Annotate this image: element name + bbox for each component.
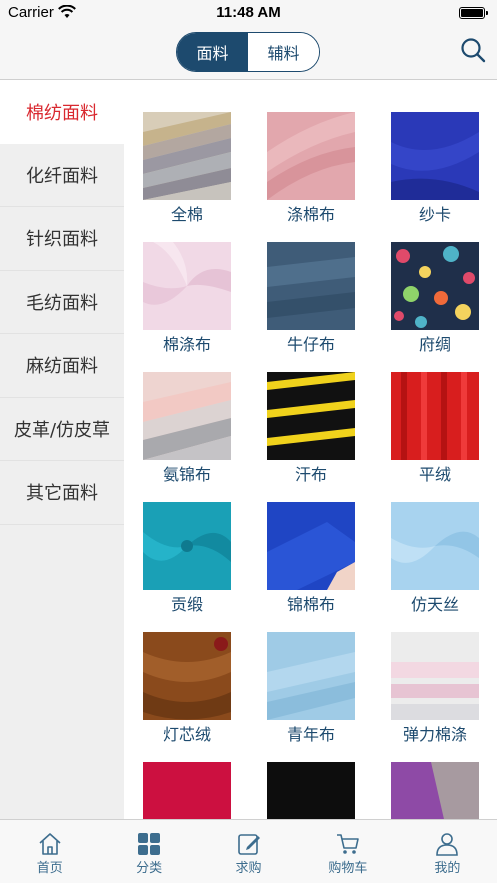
fabric-item-4[interactable]: 牛仔布 [256,242,366,372]
status-bar: Carrier 11:48 AM [0,0,497,26]
segment-accessories-button[interactable]: 辅料 [248,33,319,71]
fabric-thumbnail [391,502,479,590]
fabric-thumbnail [143,242,231,330]
tab-me[interactable]: 我的 [398,820,497,883]
fabric-thumbnail [267,632,355,720]
tab-category[interactable]: 分类 [99,820,198,883]
fabric-item-16[interactable] [256,762,366,819]
fabric-item-14[interactable]: 弹力棉涤 [380,632,490,762]
fabric-thumbnail [267,112,355,200]
fabric-thumbnail [267,762,355,819]
fabric-item-6[interactable]: 氨锦布 [132,372,242,502]
fabric-item-3[interactable]: 棉涤布 [132,242,242,372]
battery-icon [459,7,488,19]
fabric-label: 锦棉布 [286,595,335,614]
navigation-bar: 面料 辅料 [0,26,497,80]
fabric-label: 牛仔布 [286,335,335,354]
fabric-item-17[interactable] [380,762,490,819]
tab-home[interactable]: 首页 [0,820,99,883]
home-icon [39,833,61,855]
fabric-item-12[interactable]: 灯芯绒 [132,632,242,762]
fabric-label: 氨锦布 [162,465,211,484]
fabric-label: 棉涤布 [162,335,211,354]
category-grid-icon [138,833,161,855]
fabric-label: 纱卡 [418,205,451,224]
fabric-item-15[interactable] [132,762,242,819]
fabric-thumbnail [267,242,355,330]
search-icon[interactable] [459,36,487,64]
category-sidebar: 棉纺面料 化纤面料 针织面料 毛纺面料 麻纺面料 皮革/仿皮草 其它面料 [0,80,124,819]
tab-label: 我的 [434,861,461,876]
sidebar-item-synthetic[interactable]: 化纤面料 [0,144,124,207]
tab-cart[interactable]: 购物车 [298,820,397,883]
fabric-label: 涤棉布 [286,205,335,224]
fabric-label: 弹力棉涤 [402,725,467,744]
shopping-cart-icon [336,834,359,854]
fabric-item-7[interactable]: 汗布 [256,372,366,502]
sidebar-item-wool[interactable]: 毛纺面料 [0,271,124,334]
fabric-item-11[interactable]: 仿天丝 [380,502,490,632]
user-icon [436,833,459,856]
fabric-label: 灯芯绒 [162,725,211,744]
tab-label: 求购 [235,861,262,876]
fabric-item-5[interactable]: 府绸 [380,242,490,372]
fabric-item-1[interactable]: 涤棉布 [256,112,366,242]
fabric-item-13[interactable]: 青年布 [256,632,366,762]
fabric-label: 青年布 [286,725,335,744]
edit-note-icon [237,834,260,855]
fabric-item-2[interactable]: 纱卡 [380,112,490,242]
fabric-item-8[interactable]: 平绒 [380,372,490,502]
fabric-thumbnail [267,502,355,590]
fabric-item-0[interactable]: 全棉 [132,112,242,242]
category-segment-control: 面料 辅料 [176,32,320,72]
fabric-thumbnail [391,762,479,819]
sidebar-item-knit[interactable]: 针织面料 [0,207,124,271]
fabric-thumbnail [391,632,479,720]
fabric-label: 全棉 [170,205,203,224]
fabric-label: 仿天丝 [410,595,459,614]
segment-fabric-button[interactable]: 面料 [177,33,248,71]
fabric-label: 府绸 [418,335,451,354]
sidebar-item-linen[interactable]: 麻纺面料 [0,334,124,398]
fabric-thumbnail [391,112,479,200]
tab-label: 分类 [136,861,163,876]
fabric-thumbnail [143,762,231,819]
tab-bar: 首页 分类 求购 购物车 我的 [0,819,497,883]
fabric-label: 平绒 [418,465,451,484]
fabric-item-10[interactable]: 锦棉布 [256,502,366,632]
fabric-thumbnail [391,372,479,460]
fabric-grid: 全棉 涤棉布 纱卡 棉涤布 牛仔布 府绸 氨锦布 汗布 平绒 贡缎 锦棉布 仿天… [124,80,497,819]
sidebar-item-leather[interactable]: 皮革/仿皮草 [0,398,124,461]
fabric-thumbnail [391,242,479,330]
fabric-label: 贡缎 [170,595,203,614]
fabric-thumbnail [143,112,231,200]
tab-label: 购物车 [328,861,368,876]
sidebar-item-other[interactable]: 其它面料 [0,461,124,525]
status-time: 11:48 AM [216,4,281,21]
fabric-thumbnail [143,372,231,460]
fabric-thumbnail [267,372,355,460]
fabric-thumbnail [143,632,231,720]
sidebar-item-cotton[interactable]: 棉纺面料 [0,80,124,144]
fabric-thumbnail [143,502,231,590]
fabric-item-9[interactable]: 贡缎 [132,502,242,632]
fabric-label: 汗布 [294,465,327,484]
tab-label: 首页 [36,861,63,876]
tab-request[interactable]: 求购 [199,820,298,883]
